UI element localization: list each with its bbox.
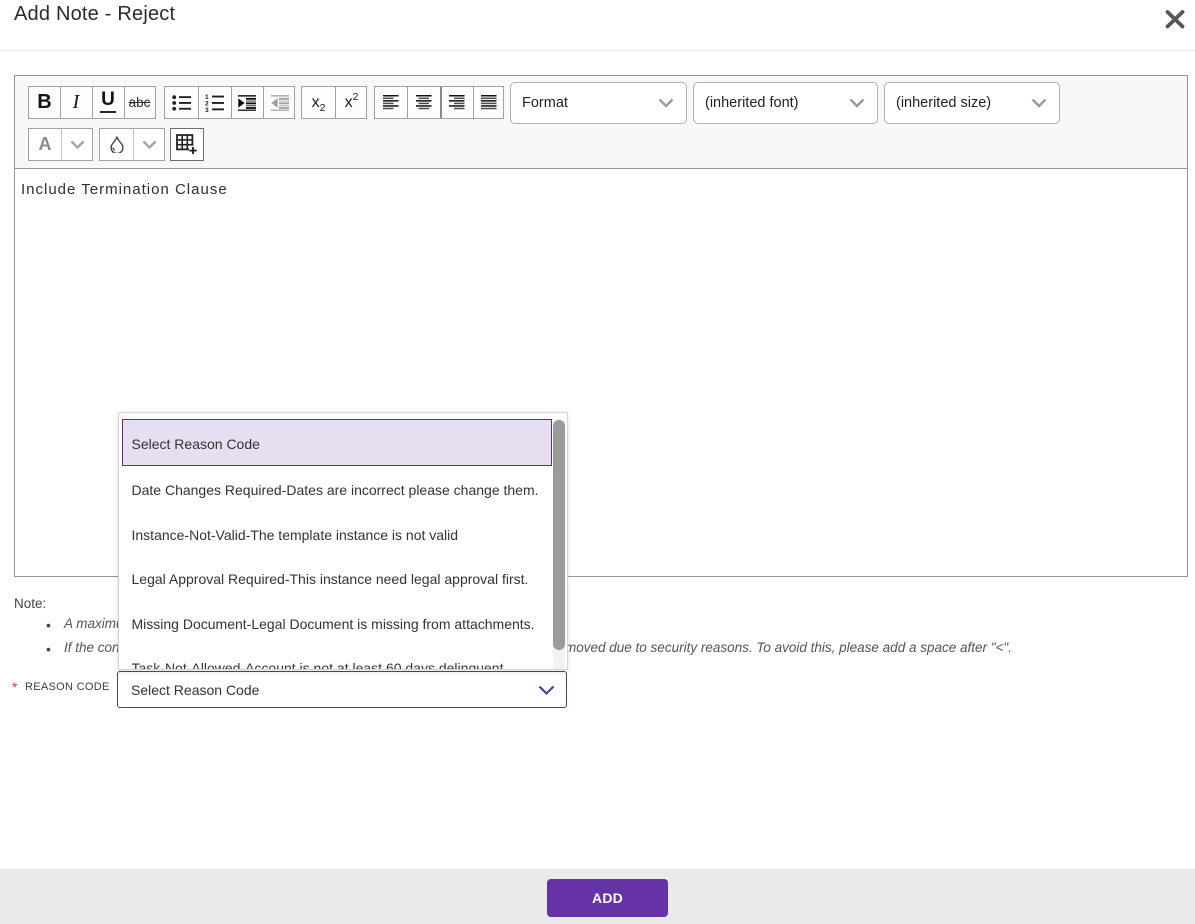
svg-text:3: 3	[205, 107, 209, 112]
